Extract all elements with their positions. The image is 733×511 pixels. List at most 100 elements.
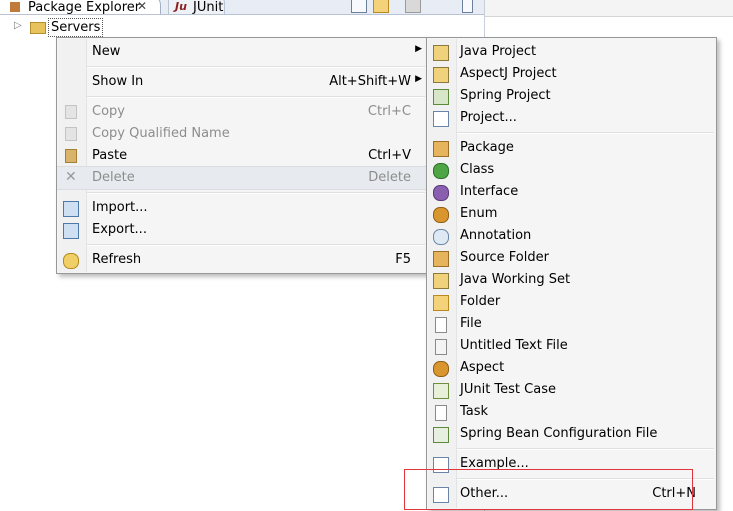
- menu-item-java-working-set[interactable]: Java Working Set: [427, 269, 716, 291]
- tab-junit[interactable]: Ju JUnit: [168, 0, 225, 14]
- menu-item-label: AspectJ Project: [460, 66, 557, 81]
- menu-item-example[interactable]: Example...: [427, 453, 716, 475]
- menu-item-import[interactable]: Import...: [57, 197, 427, 219]
- menu-item-new[interactable]: New ▶: [57, 41, 427, 63]
- menu-item-accelerator: F5: [395, 252, 411, 267]
- folder-icon: [30, 22, 46, 34]
- menu-item-file[interactable]: File: [427, 313, 716, 335]
- menu-item-accelerator: Alt+Shift+W: [329, 74, 411, 89]
- spring-bean-file-icon: [433, 427, 449, 443]
- expand-arrow-icon[interactable]: ▷: [14, 20, 22, 31]
- menu-item-accelerator: Ctrl+C: [367, 104, 411, 119]
- annotation-icon: [433, 229, 449, 245]
- new-submenu: Java Project AspectJ Project Spring Proj…: [426, 37, 717, 510]
- menu-item-label: Export...: [92, 222, 147, 237]
- menu-item-aspect[interactable]: Aspect: [427, 357, 716, 379]
- import-icon: [63, 201, 79, 217]
- submenu-arrow-icon: ▶: [415, 44, 422, 54]
- paste-icon: [65, 149, 77, 163]
- tab-package-explorer-label: Package Explorer: [28, 0, 141, 15]
- menu-item-label: Copy Qualified Name: [92, 126, 230, 141]
- menu-item-folder[interactable]: Folder: [427, 291, 716, 313]
- aspect-icon: [433, 361, 449, 377]
- menu-item-label: File: [460, 316, 482, 331]
- menu-item-label: Enum: [460, 206, 498, 221]
- other-wizard-icon: [433, 487, 449, 503]
- menu-item-other[interactable]: Other... Ctrl+N: [427, 483, 716, 505]
- minimize-view-icon[interactable]: [462, 0, 473, 13]
- menu-item-spring-project[interactable]: Spring Project: [427, 85, 716, 107]
- tree-item-label: Servers: [48, 18, 104, 37]
- java-project-icon: [433, 45, 449, 61]
- menu-item-label: Copy: [92, 104, 125, 119]
- menu-item-label: Spring Bean Configuration File: [460, 426, 658, 441]
- close-tab-icon[interactable]: ✕: [137, 0, 147, 13]
- menu-item-java-project[interactable]: Java Project: [427, 41, 716, 63]
- junit-test-case-icon: [433, 383, 449, 399]
- menu-item-accelerator: Delete: [368, 170, 411, 185]
- menu-item-label: Interface: [460, 184, 519, 199]
- menu-item-label: Spring Project: [460, 88, 551, 103]
- class-icon: [433, 163, 449, 179]
- menu-item-show-in[interactable]: Show In Alt+Shift+W ▶: [57, 71, 427, 93]
- menu-item-enum[interactable]: Enum: [427, 203, 716, 225]
- file-icon: [435, 317, 447, 333]
- menu-item-accelerator: Ctrl+N: [652, 486, 696, 501]
- interface-icon: [433, 185, 449, 201]
- junit-icon: Ju: [175, 0, 187, 13]
- menu-separator: [87, 96, 425, 98]
- menu-item-label: Java Project: [460, 44, 537, 59]
- copy-qualified-name-icon: [65, 127, 77, 141]
- menu-separator: [457, 132, 714, 134]
- folder-icon: [433, 295, 449, 311]
- menu-item-label: Show In: [92, 74, 144, 89]
- menu-item-label: Example...: [460, 456, 529, 471]
- menu-item-paste[interactable]: Paste Ctrl+V: [57, 145, 427, 167]
- delete-icon: ✕: [65, 169, 77, 185]
- menu-item-label: Source Folder: [460, 250, 549, 265]
- menu-item-class[interactable]: Class: [427, 159, 716, 181]
- menu-item-label: Folder: [460, 294, 501, 309]
- menu-item-label: Other...: [460, 486, 509, 501]
- editor-area-header: [485, 0, 733, 17]
- copy-icon: [65, 105, 77, 119]
- menu-item-interface[interactable]: Interface: [427, 181, 716, 203]
- menu-separator: [87, 244, 425, 246]
- submenu-arrow-icon: ▶: [415, 74, 422, 84]
- menu-item-untitled-text-file[interactable]: Untitled Text File: [427, 335, 716, 357]
- menu-item-project[interactable]: Project...: [427, 107, 716, 129]
- menu-item-spring-bean-configuration-file[interactable]: Spring Bean Configuration File: [427, 423, 716, 445]
- menu-item-label: Task: [460, 404, 489, 419]
- menu-item-copy[interactable]: Copy Ctrl+C: [57, 101, 427, 123]
- menu-item-label: JUnit Test Case: [460, 382, 556, 397]
- menu-separator: [457, 478, 714, 480]
- menu-item-aspectj-project[interactable]: AspectJ Project: [427, 63, 716, 85]
- view-tab-bar: Package Explorer ✕ Ju JUnit: [0, 0, 484, 15]
- menu-item-export[interactable]: Export...: [57, 219, 427, 241]
- task-icon: [435, 405, 447, 421]
- menu-item-annotation[interactable]: Annotation: [427, 225, 716, 247]
- menu-separator: [87, 66, 425, 68]
- project-icon: [433, 111, 449, 127]
- menu-item-source-folder[interactable]: Source Folder: [427, 247, 716, 269]
- menu-item-task[interactable]: Task: [427, 401, 716, 423]
- package-icon: [433, 141, 449, 157]
- menu-item-delete[interactable]: ✕ Delete Delete: [57, 166, 427, 190]
- tab-package-explorer[interactable]: Package Explorer ✕: [0, 0, 161, 15]
- link-with-editor-icon[interactable]: [373, 0, 389, 13]
- menu-item-copy-qualified-name[interactable]: Copy Qualified Name: [57, 123, 427, 145]
- working-set-icon: [433, 273, 449, 289]
- example-icon: [433, 457, 449, 473]
- text-file-icon: [435, 339, 447, 355]
- menu-item-junit-test-case[interactable]: JUnit Test Case: [427, 379, 716, 401]
- collapse-all-icon[interactable]: [351, 0, 367, 13]
- menu-item-accelerator: Ctrl+V: [368, 148, 411, 163]
- view-menu-icon[interactable]: [405, 0, 421, 13]
- menu-item-refresh[interactable]: Refresh F5: [57, 249, 427, 271]
- menu-item-label: Paste: [92, 148, 128, 163]
- export-icon: [63, 223, 79, 239]
- menu-item-label: New: [92, 44, 121, 59]
- menu-item-label: Class: [460, 162, 495, 177]
- menu-item-package[interactable]: Package: [427, 137, 716, 159]
- package-explorer-icon: [10, 2, 20, 12]
